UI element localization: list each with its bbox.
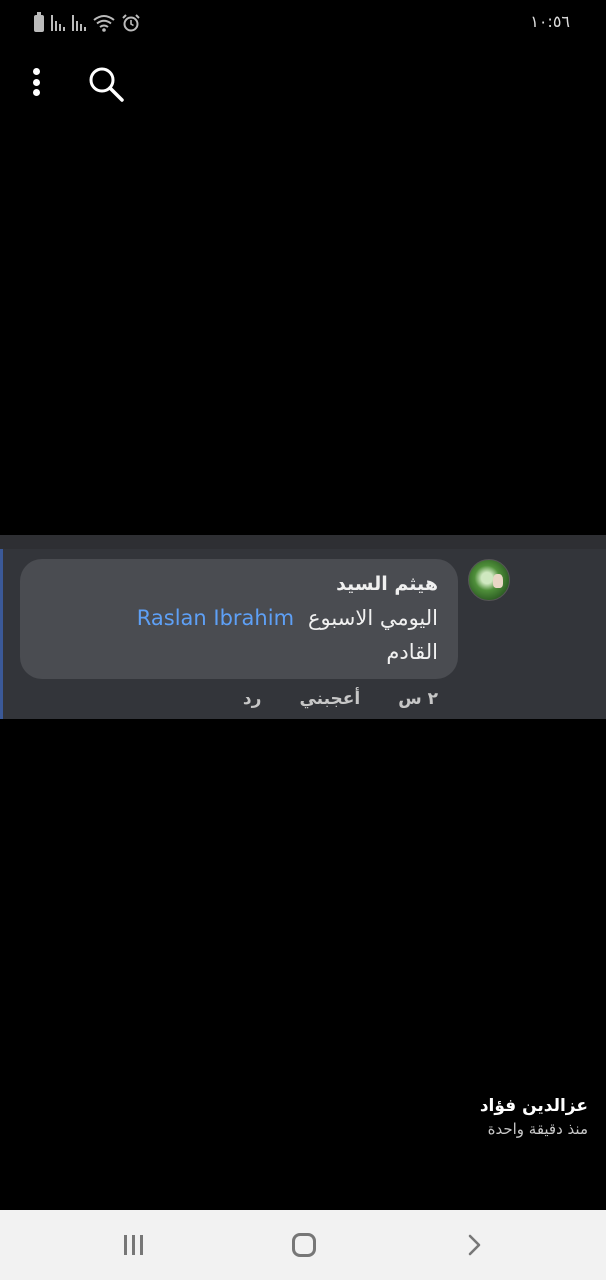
signal-icon	[51, 15, 65, 31]
notification-name: عزالدين فؤاد	[479, 1096, 588, 1116]
search-icon[interactable]	[86, 64, 126, 104]
battery-icon	[34, 11, 44, 32]
viewer-notification[interactable]: عزالدين فؤاد منذ دقيقة واحدة	[480, 1094, 588, 1140]
signal-icon	[72, 15, 86, 31]
like-button[interactable]: أعجبني	[299, 689, 360, 709]
more-vertical-icon[interactable]	[26, 64, 46, 100]
comment-bubble[interactable]: هيثم السيد اليومي الاسبوع Raslan Ibrahim …	[20, 559, 458, 679]
reply-button[interactable]: رد	[243, 689, 262, 709]
comment-body-line2: القادم	[386, 640, 438, 664]
status-bar: ١٠:٥٦	[0, 0, 606, 44]
system-navigation-bar	[0, 1210, 606, 1280]
comment-timestamp: ٢ س	[398, 689, 438, 709]
back-icon[interactable]	[462, 1233, 486, 1257]
comments-divider	[0, 535, 606, 549]
clock: ١٠:٥٦	[530, 12, 570, 31]
wifi-icon	[93, 15, 115, 32]
comment-actions: ٢ س أعجبني رد	[243, 689, 438, 709]
comment-text: اليومي الاسبوع Raslan Ibrahim القادم	[40, 601, 438, 669]
comment-author[interactable]: هيثم السيد	[40, 571, 438, 597]
home-icon[interactable]	[292, 1233, 316, 1257]
mention-link[interactable]: Raslan Ibrahim	[137, 606, 294, 630]
toolbar	[0, 60, 606, 108]
comment-thread: هيثم السيد اليومي الاسبوع Raslan Ibrahim …	[0, 549, 606, 719]
avatar[interactable]	[468, 559, 510, 601]
thread-accent-line	[0, 549, 3, 719]
comment-body: اليومي الاسبوع	[308, 606, 438, 630]
status-icons	[34, 11, 140, 34]
alarm-icon	[122, 14, 140, 32]
recents-icon[interactable]	[124, 1235, 143, 1255]
notification-time: منذ دقيقة واحدة	[487, 1120, 588, 1138]
